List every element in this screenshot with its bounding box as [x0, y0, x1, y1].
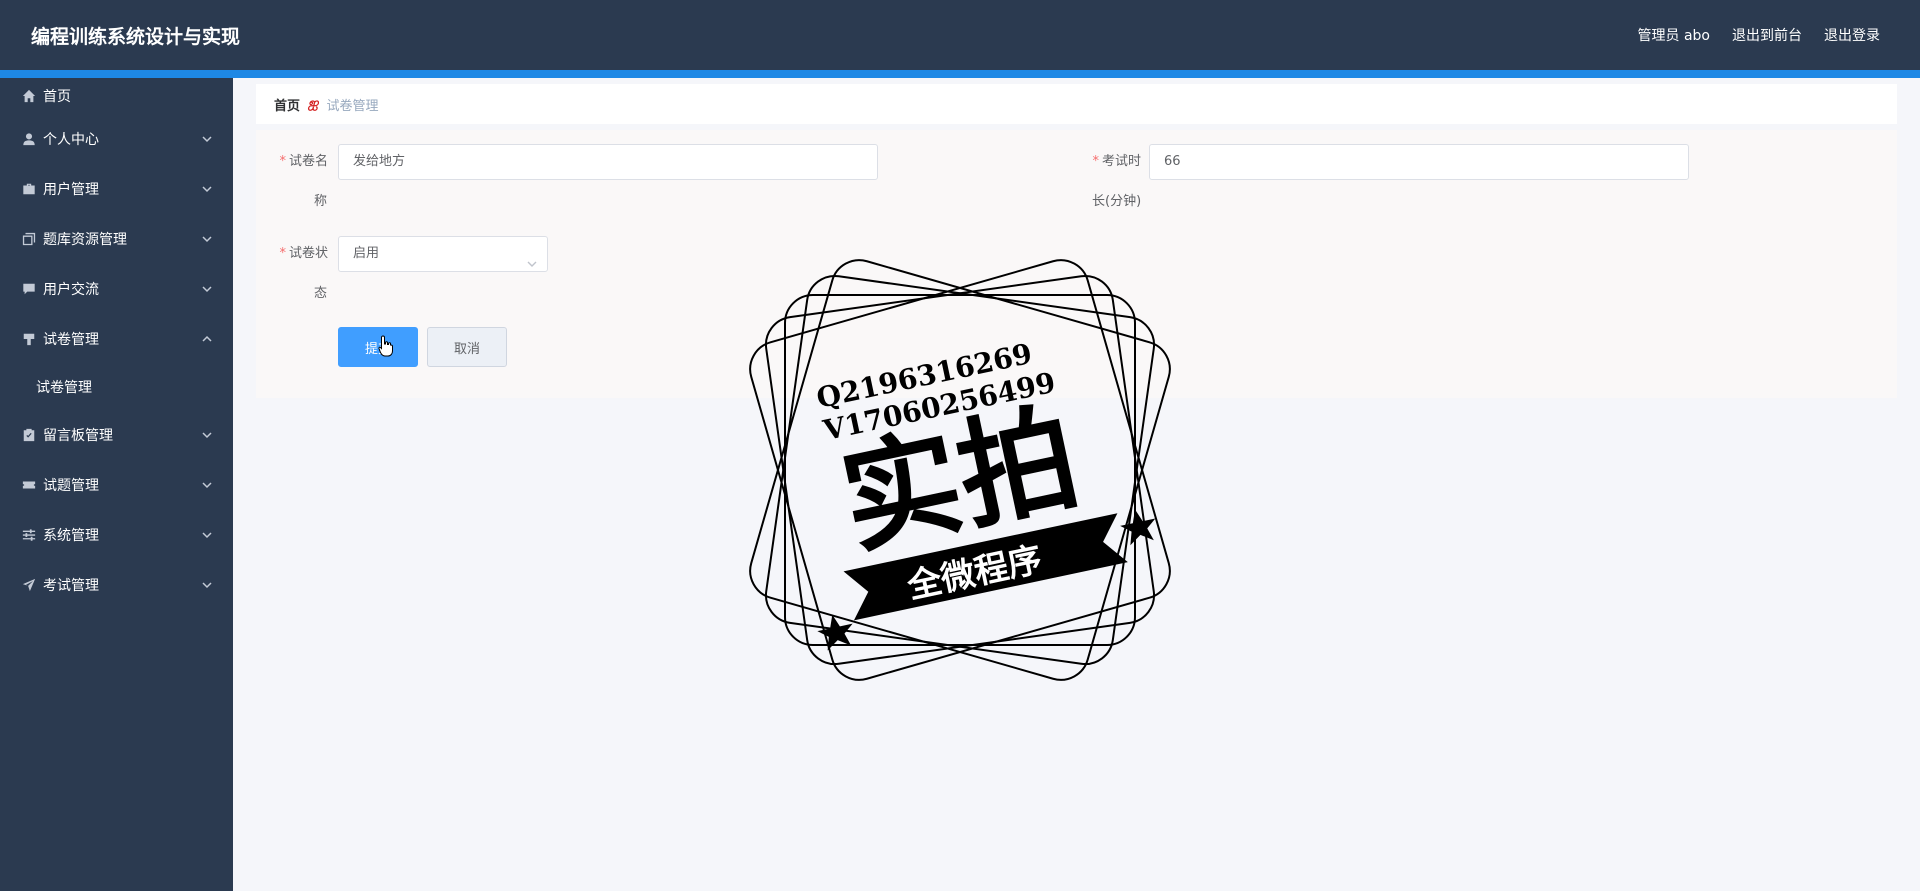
sidebar-item-exam-paper-management[interactable]: 试卷管理: [0, 314, 233, 364]
chevron-up-icon: [201, 333, 213, 345]
required-mark: *: [279, 246, 286, 261]
top-header: 编程训练系统设计与实现 管理员 abo 退出到前台 退出登录: [0, 0, 1920, 70]
admin-user-link[interactable]: 管理员 abo: [1638, 25, 1710, 45]
sidebar-item-label: 用户交流: [43, 282, 99, 298]
watermark-stamp: Q2196316269 V17060256499 实拍 全微程序: [745, 255, 1175, 685]
sidebar-item-label: 个人中心: [43, 132, 99, 148]
chevron-down-icon: [201, 233, 213, 245]
chat-icon: [22, 282, 36, 296]
sidebar-item-label: 试卷管理: [43, 332, 99, 348]
sidebar-item-system-management[interactable]: 系统管理: [0, 510, 233, 560]
sidebar-item-label: 试题管理: [43, 478, 99, 494]
ticket-icon: [22, 478, 36, 492]
chevron-down-icon: [201, 283, 213, 295]
sidebar-item-message-board[interactable]: 留言板管理: [0, 410, 233, 460]
header-accent-bar: [0, 70, 1920, 78]
sidebar-item-question-bank[interactable]: 题库资源管理: [0, 214, 233, 264]
chevron-down-icon: [201, 183, 213, 195]
breadcrumb-home[interactable]: 首页: [274, 95, 300, 114]
sidebar-item-home[interactable]: 首页: [0, 78, 233, 114]
sidebar-item-user-management[interactable]: 用户管理: [0, 164, 233, 214]
sidebar-item-exam-management[interactable]: 考试管理: [0, 560, 233, 610]
chevron-down-icon: [201, 529, 213, 541]
copy-icon: [22, 232, 36, 246]
exam-duration-input[interactable]: 66: [1149, 144, 1689, 180]
required-mark: *: [279, 154, 286, 169]
logout-link[interactable]: 退出登录: [1824, 25, 1880, 45]
sidebar-item-question-management[interactable]: 试题管理: [0, 460, 233, 510]
sidebar-item-label: 留言板管理: [43, 428, 113, 444]
sidebar-item-personal-center[interactable]: 个人中心: [0, 114, 233, 164]
chevron-down-icon: [201, 479, 213, 491]
sliders-icon: [22, 528, 36, 542]
watermark-stamp-graphic: Q2196316269 V17060256499 实拍 全微程序: [749, 259, 1171, 681]
clipboard-icon: [22, 428, 36, 442]
sidebar-item-label: 题库资源管理: [43, 232, 127, 248]
header-links: 管理员 abo 退出到前台 退出登录: [1638, 25, 1880, 45]
sidebar-item-label: 系统管理: [43, 528, 99, 544]
sidebar-item-label: 用户管理: [43, 182, 99, 198]
paper-status-label: * 试卷状: [279, 246, 328, 261]
breadcrumb-separator-icon: ஐ: [308, 96, 319, 111]
breadcrumb: 首页 ஐ 试卷管理: [256, 84, 1897, 124]
breadcrumb-current: 试卷管理: [326, 98, 379, 114]
sidebar: 首页 个人中心 用户管理 题库资源管理 用户交流 试卷管理 试卷管理 留言板管理…: [0, 78, 233, 891]
hand-cursor-icon: [378, 335, 394, 357]
send-icon: [22, 578, 36, 592]
chevron-down-icon: [527, 249, 537, 267]
sidebar-item-label: 考试管理: [43, 578, 99, 594]
paper-name-label-wrap: 称: [314, 194, 328, 209]
sidebar-item-label: 首页: [43, 89, 71, 105]
user-icon: [22, 132, 36, 146]
paper-name-input[interactable]: 发给地方: [338, 144, 878, 180]
paper-name-label: * 试卷名: [279, 154, 328, 169]
paper-status-label-wrap: 态: [314, 286, 328, 301]
paper-status-select[interactable]: 启用: [338, 236, 548, 272]
paper-status-value: 启用: [353, 246, 380, 261]
home-icon: [22, 89, 36, 103]
paper-icon: [22, 332, 36, 346]
exit-to-frontend-link[interactable]: 退出到前台: [1732, 25, 1802, 45]
required-mark: *: [1092, 154, 1099, 169]
briefcase-icon: [22, 182, 36, 196]
exam-duration-label-wrap: 长(分钟): [1092, 194, 1142, 209]
chevron-down-icon: [201, 579, 213, 591]
cancel-button[interactable]: 取消: [427, 327, 507, 367]
app-title: 编程训练系统设计与实现: [31, 26, 241, 48]
exam-duration-label: * 考试时: [1092, 154, 1141, 169]
sidebar-subitem-exam-paper-management[interactable]: 试卷管理: [0, 364, 233, 410]
chevron-down-icon: [201, 429, 213, 441]
sidebar-item-user-communication[interactable]: 用户交流: [0, 264, 233, 314]
chevron-down-icon: [201, 133, 213, 145]
